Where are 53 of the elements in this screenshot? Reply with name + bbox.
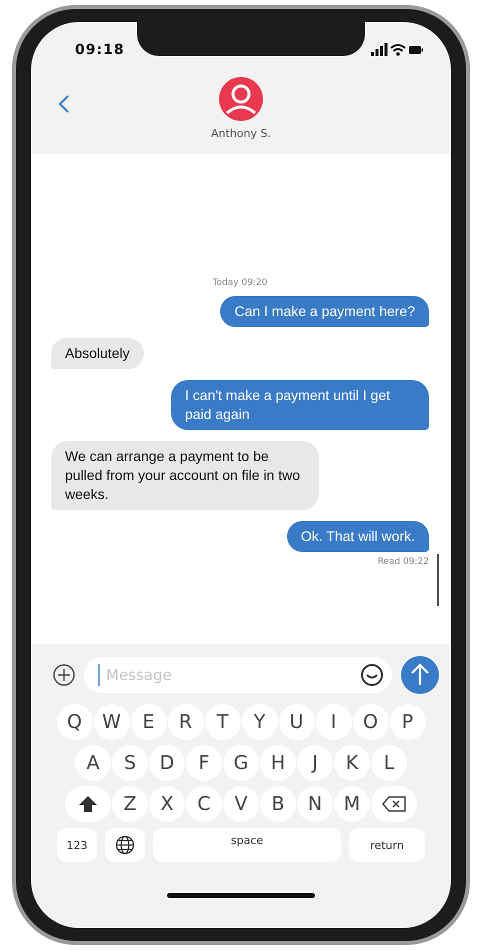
read-receipt: Read 09:22 bbox=[378, 557, 429, 567]
numbers-key[interactable]: 123 bbox=[57, 828, 97, 862]
globe-key[interactable] bbox=[105, 828, 145, 862]
keyboard-key[interactable]: E bbox=[130, 704, 166, 740]
emoji-icon[interactable] bbox=[360, 663, 384, 687]
contact-name: Anthony S. bbox=[211, 127, 271, 140]
keyboard-key[interactable]: N bbox=[297, 786, 333, 822]
backspace-key[interactable] bbox=[371, 786, 417, 822]
scrollbar bbox=[437, 554, 439, 606]
keyboard-key[interactable]: B bbox=[260, 786, 296, 822]
keyboard-key[interactable]: M bbox=[334, 786, 370, 822]
keyboard-key[interactable]: I bbox=[316, 704, 352, 740]
keyboard-key[interactable]: J bbox=[297, 745, 333, 781]
backspace-icon bbox=[382, 796, 406, 812]
send-button[interactable] bbox=[401, 656, 439, 694]
keyboard-key[interactable]: C bbox=[186, 786, 222, 822]
message-bubble: Ok. That will work. bbox=[286, 521, 429, 552]
shift-key[interactable] bbox=[65, 786, 111, 822]
keyboard-key[interactable]: L bbox=[371, 745, 407, 781]
message-input[interactable]: Message bbox=[104, 665, 360, 685]
status-icons bbox=[371, 43, 423, 57]
keyboard-key[interactable]: F bbox=[186, 745, 222, 781]
keyboard-key[interactable]: X bbox=[149, 786, 185, 822]
keyboard-key[interactable]: S bbox=[112, 745, 148, 781]
globe-icon bbox=[115, 835, 135, 855]
add-icon[interactable] bbox=[53, 664, 75, 686]
keyboard-key[interactable]: H bbox=[260, 745, 296, 781]
space-key[interactable]: space bbox=[153, 828, 341, 862]
message-bubble: I can't make a payment until I get paid again bbox=[171, 380, 429, 430]
keyboard-key[interactable]: K bbox=[334, 745, 370, 781]
keyboard-key[interactable]: Q bbox=[56, 704, 92, 740]
keyboard-key[interactable]: Y bbox=[242, 704, 278, 740]
keyboard-key[interactable]: T bbox=[204, 704, 240, 740]
keyboard-key[interactable]: O bbox=[352, 704, 388, 740]
keyboard-key[interactable]: V bbox=[223, 786, 259, 822]
message-bubble: We can arrange a payment to be pulled from your account on file in two weeks. bbox=[51, 441, 319, 510]
message-field[interactable]: Message bbox=[84, 657, 392, 693]
message-bubble: Absolutely bbox=[51, 338, 144, 369]
keyboard-key[interactable]: Z bbox=[112, 786, 148, 822]
avatar-icon[interactable] bbox=[219, 77, 263, 121]
keyboard-key[interactable]: D bbox=[149, 745, 185, 781]
keyboard-key[interactable]: U bbox=[278, 704, 314, 740]
status-time: 09:18 bbox=[75, 42, 125, 58]
shift-icon bbox=[79, 796, 97, 812]
keyboard-key[interactable]: A bbox=[75, 745, 111, 781]
keyboard-key[interactable]: W bbox=[94, 704, 130, 740]
back-icon[interactable] bbox=[58, 94, 70, 114]
return-key[interactable]: return bbox=[349, 828, 425, 862]
message-bubble: Can I make a payment here? bbox=[220, 296, 429, 327]
keyboard-key[interactable]: G bbox=[223, 745, 259, 781]
keyboard-key[interactable]: R bbox=[168, 704, 204, 740]
timestamp: Today 09:20 bbox=[212, 278, 268, 288]
keyboard-key[interactable]: P bbox=[390, 704, 426, 740]
